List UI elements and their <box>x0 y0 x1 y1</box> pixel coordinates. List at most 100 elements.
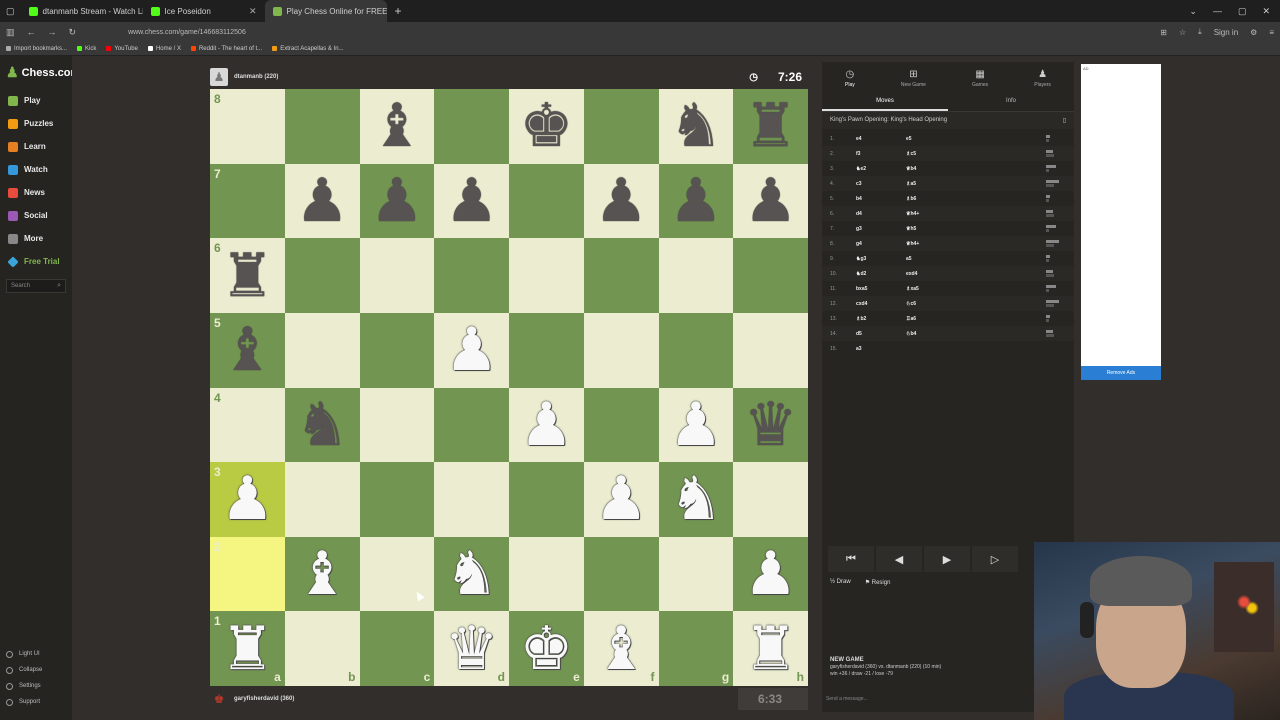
white-move[interactable]: e4 <box>856 136 906 142</box>
white-pawn-icon[interactable]: ♟ <box>744 544 798 604</box>
square-a2[interactable]: 2 <box>210 536 285 612</box>
square-a3[interactable]: 3 ♟ <box>210 462 285 537</box>
black-bishop-icon[interactable]: ♝ <box>370 96 424 156</box>
square-b7[interactable]: ♟ <box>284 163 360 239</box>
square-c4[interactable] <box>359 387 435 463</box>
bookmark-acapellas[interactable]: Extract Acapellas & In... <box>272 46 344 52</box>
black-move[interactable]: exd4 <box>906 271 956 277</box>
square-f6[interactable] <box>583 238 659 313</box>
black-move[interactable]: ♘c6 <box>906 301 956 307</box>
square-e3[interactable] <box>509 462 584 537</box>
square-f7[interactable]: ♟ <box>583 163 659 239</box>
square-b6[interactable] <box>284 238 360 313</box>
sidebar-collapse[interactable]: Collapse <box>0 662 72 678</box>
sidebar-support[interactable]: Support <box>0 694 72 710</box>
sidebar-icon[interactable]: ▥ <box>6 27 15 38</box>
black-pawn-icon[interactable]: ♟ <box>744 171 798 231</box>
white-pawn-icon[interactable]: ♟ <box>220 469 274 529</box>
tab-games[interactable]: ▦ Games <box>972 69 988 88</box>
white-knight-icon[interactable]: ♞ <box>445 544 499 604</box>
white-move[interactable]: d4 <box>856 211 906 217</box>
black-move[interactable]: ♕h4+ <box>906 211 956 217</box>
white-move[interactable]: g3 <box>856 226 906 232</box>
square-e1[interactable]: e ♚ <box>509 611 584 686</box>
avatar[interactable]: ♟ <box>210 68 228 86</box>
white-move[interactable]: c3 <box>856 181 906 187</box>
tab-new-game[interactable]: ⊞ New Game <box>901 69 926 88</box>
new-tab-button[interactable]: + <box>387 4 410 18</box>
square-d7[interactable]: ♟ <box>434 163 509 239</box>
black-move[interactable]: ♗b6 <box>906 196 956 202</box>
square-a6[interactable]: 6 ♜ <box>210 238 285 313</box>
square-c1[interactable]: c <box>359 611 435 686</box>
sidebar-settings[interactable]: Settings <box>0 678 72 694</box>
white-rook-icon[interactable]: ♜ <box>744 619 798 679</box>
square-a5[interactable]: 5 ♝ <box>210 312 285 388</box>
white-move[interactable]: ♞e2 <box>856 166 906 172</box>
square-b4[interactable]: ♞ <box>284 387 360 463</box>
square-a8[interactable]: 8 <box>210 89 285 164</box>
square-b1[interactable]: b <box>284 611 360 686</box>
sidebar-item-more[interactable]: More <box>0 227 72 250</box>
square-f4[interactable] <box>583 387 659 463</box>
black-pawn-icon[interactable]: ♟ <box>594 171 648 231</box>
square-e5[interactable] <box>509 312 584 388</box>
tab-info[interactable]: Info <box>948 94 1074 111</box>
square-d3[interactable] <box>434 462 509 537</box>
bookmark-x[interactable]: Home / X <box>147 46 181 52</box>
chess-logo[interactable]: ♟ Chess.com <box>0 56 80 89</box>
white-move[interactable]: bxa5 <box>856 286 906 292</box>
black-move[interactable]: ♗c5 <box>906 151 956 157</box>
menu-icon[interactable]: ≡ <box>1269 28 1274 37</box>
sidebar-item-news[interactable]: News <box>0 181 72 204</box>
square-f1[interactable]: f ♝ <box>583 611 659 686</box>
sidebar-item-watch[interactable]: Watch <box>0 158 72 181</box>
square-f5[interactable] <box>583 312 659 388</box>
tab-moves[interactable]: Moves <box>822 94 948 111</box>
sidebar-item-social[interactable]: Social <box>0 204 72 227</box>
black-move[interactable]: e5 <box>906 136 956 142</box>
white-move[interactable]: g4 <box>856 241 906 247</box>
square-a4[interactable]: 4 <box>210 387 285 463</box>
square-h7[interactable]: ♟ <box>733 163 808 239</box>
white-move[interactable]: d5 <box>856 331 906 337</box>
download-icon[interactable]: ⤓ <box>1198 27 1202 37</box>
square-e8[interactable]: ♚ <box>509 89 584 164</box>
square-d6[interactable] <box>434 238 509 313</box>
square-f3[interactable]: ♟ <box>583 462 659 537</box>
bookmark-youtube[interactable]: YouTube <box>106 46 138 52</box>
square-g2[interactable] <box>658 536 734 612</box>
black-pawn-icon[interactable]: ♟ <box>295 171 349 231</box>
square-g4[interactable]: ♟ <box>658 387 734 463</box>
draw-button[interactable]: ½ Draw <box>830 579 851 586</box>
square-h2[interactable]: ♟ <box>733 536 808 612</box>
chevron-down-icon[interactable]: ⌄ <box>1189 6 1197 17</box>
white-knight-icon[interactable]: ♞ <box>669 469 723 529</box>
black-bishop-icon[interactable]: ♝ <box>220 320 274 380</box>
black-rook-icon[interactable]: ♜ <box>744 96 798 156</box>
back-icon[interactable]: ← <box>27 27 36 37</box>
tab-players[interactable]: ♟ Players <box>1034 69 1051 88</box>
sidebar-item-puzzles[interactable]: Puzzles <box>0 112 72 135</box>
sidebar-item-free-trial[interactable]: Free Trial <box>0 250 72 273</box>
white-pawn-icon[interactable]: ♟ <box>445 320 499 380</box>
square-e2[interactable] <box>509 536 584 612</box>
square-g1[interactable]: g <box>658 611 734 686</box>
square-b3[interactable] <box>284 462 360 537</box>
square-b2[interactable]: ♝ <box>284 536 360 612</box>
black-move[interactable]: a5 <box>906 256 956 262</box>
square-g7[interactable]: ♟ <box>658 163 734 239</box>
square-h4[interactable]: ♛ <box>733 387 808 463</box>
square-h1[interactable]: h ♜ <box>733 611 808 686</box>
black-move[interactable]: ♘b4 <box>906 331 956 337</box>
black-pawn-icon[interactable]: ♟ <box>669 171 723 231</box>
top-player-name[interactable]: dtanmanb (220) <box>234 74 278 80</box>
square-g3[interactable]: ♞ <box>658 462 734 537</box>
black-move[interactable]: ♕h5 <box>906 226 956 232</box>
bookmark-star-icon[interactable]: ☆ <box>1179 28 1186 37</box>
square-h6[interactable] <box>733 238 808 313</box>
square-c3[interactable] <box>359 462 435 537</box>
close-window-icon[interactable]: ✕ <box>1262 6 1270 17</box>
black-move[interactable]: ♕h4+ <box>906 241 956 247</box>
browser-tab-chess[interactable]: Play Chess Online for FREE ✕ <box>264 0 387 22</box>
